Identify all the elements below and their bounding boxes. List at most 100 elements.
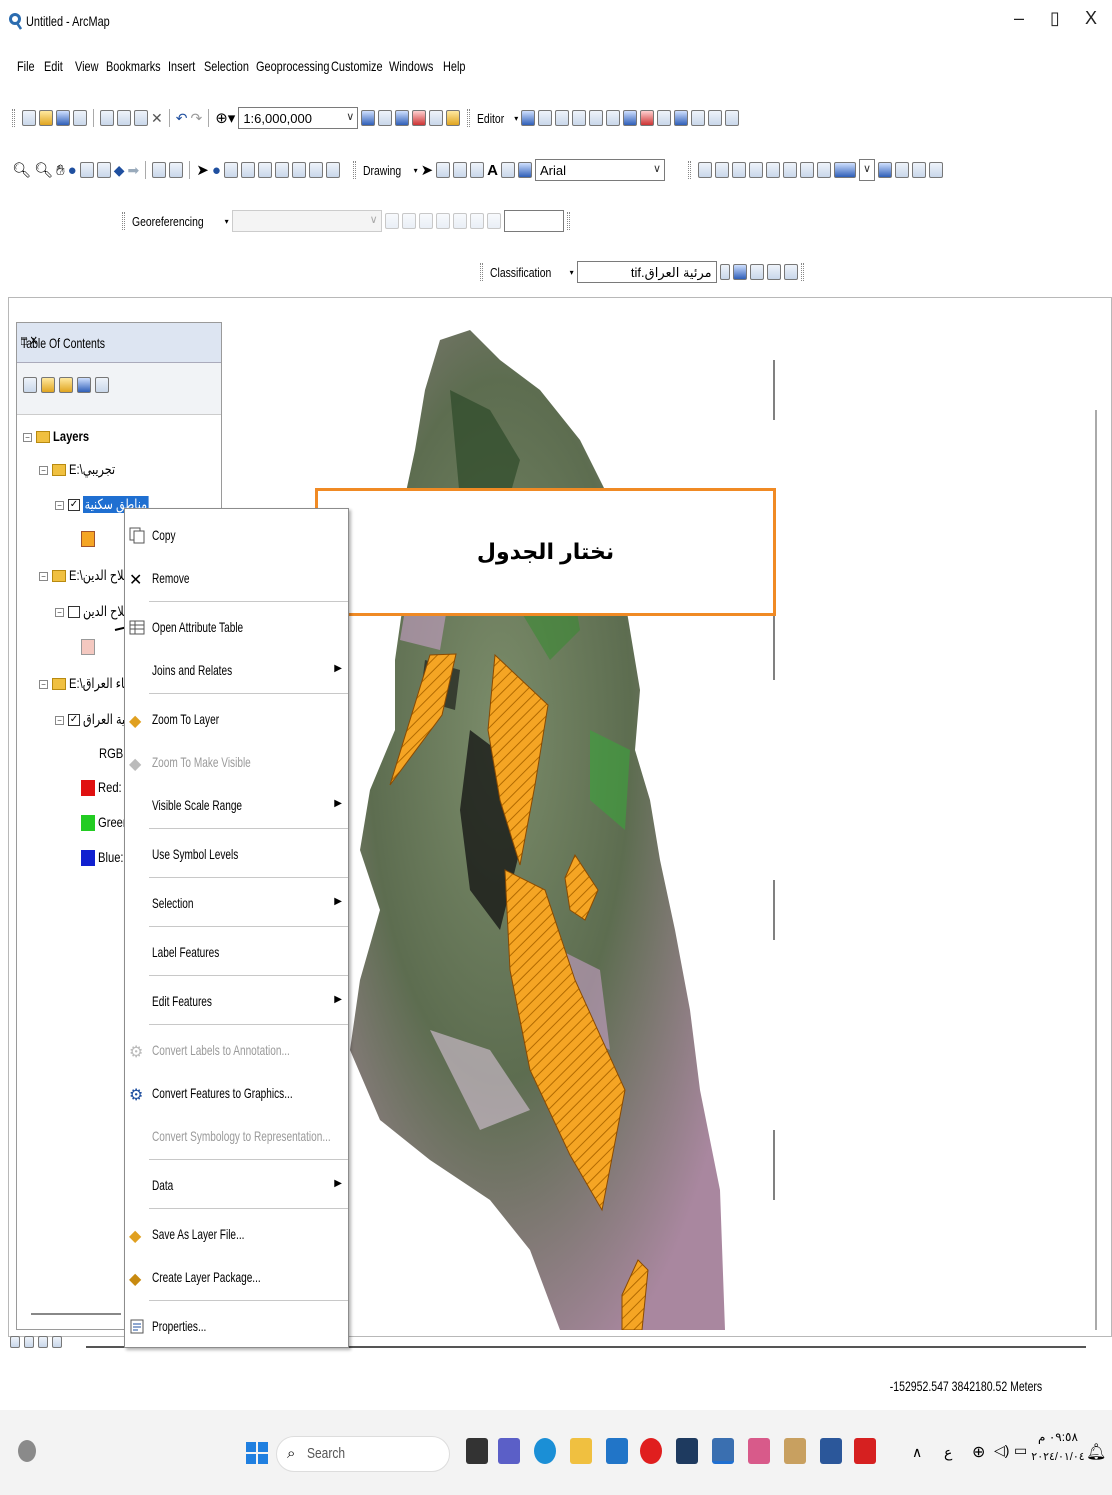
find-route-icon[interactable] — [291, 162, 306, 178]
save-icon[interactable] — [56, 110, 70, 126]
menu-item-visible-scale-range[interactable]: Visible Scale Range ▶ — [125, 787, 348, 823]
editor-toolbar-icon[interactable] — [361, 110, 376, 126]
menu-insert[interactable]: Insert — [168, 58, 195, 74]
identify-icon[interactable]: ● — [212, 162, 221, 179]
collapse-icon[interactable]: − — [39, 679, 48, 689]
layout-view-icon[interactable] — [24, 1336, 34, 1348]
arctoolbox-icon[interactable] — [429, 110, 444, 126]
menu-item-convert-features[interactable]: ⚙ Convert Features to Graphics... — [125, 1075, 348, 1111]
menu-item-create-layer-package[interactable]: ◆ Create Layer Package... — [125, 1259, 348, 1295]
toolbar-grip[interactable] — [800, 263, 804, 281]
topology-icon[interactable] — [623, 110, 638, 126]
georef-tool-icon[interactable] — [452, 213, 467, 229]
collapse-icon[interactable]: − — [39, 571, 48, 581]
list-by-selection-icon[interactable] — [77, 377, 91, 393]
georef-rotation-field[interactable] — [503, 210, 564, 232]
task-view-icon[interactable] — [466, 1438, 488, 1464]
toolbar-grip[interactable] — [480, 263, 483, 281]
menu-geoprocessing[interactable]: Geoprocessing — [256, 58, 329, 74]
polygon-symbol-swatch[interactable] — [81, 639, 95, 655]
taskbar-search[interactable]: ⌕ Search — [276, 1436, 450, 1472]
fixed-zoom-out-icon[interactable] — [96, 162, 111, 178]
classification-menu[interactable]: Classification — [490, 265, 551, 280]
georef-tool-icon[interactable] — [401, 213, 416, 229]
georef-tool-icon[interactable] — [418, 213, 433, 229]
pan-icon[interactable]: ✋︎ — [56, 162, 65, 179]
new-document-icon[interactable] — [22, 110, 36, 126]
menu-item-use-symbol-levels[interactable]: Use Symbol Levels — [125, 836, 348, 872]
layout-tool-icon[interactable] — [817, 162, 831, 178]
layer-visibility-checkbox[interactable]: ✓ — [68, 499, 80, 512]
store-icon[interactable] — [606, 1438, 628, 1464]
data-view-icon[interactable] — [10, 1336, 20, 1348]
group-layer[interactable]: − E:\تجريبي — [39, 461, 127, 478]
georef-tool-icon[interactable] — [486, 213, 501, 229]
cut-polygons-icon[interactable] — [657, 110, 672, 126]
rotate-icon[interactable] — [436, 162, 451, 178]
close-icon[interactable]: □ ✕ — [21, 333, 165, 349]
layout-tool-icon[interactable] — [698, 162, 712, 178]
layout-tool-icon[interactable] — [766, 162, 780, 178]
menu-item-zoom-to-make-visible[interactable]: ◆ Zoom To Make Visible — [125, 744, 348, 780]
band-blue[interactable]: Blue: — [81, 849, 130, 867]
menu-item-edit-features[interactable]: Edit Features ▶ — [125, 983, 348, 1019]
edit-tool-icon[interactable] — [521, 110, 536, 126]
toolbar-grip[interactable] — [352, 161, 356, 179]
search-window-icon[interactable] — [412, 110, 427, 126]
zoom-in-icon[interactable]: 🔍︎ — [12, 161, 31, 179]
opera-icon[interactable] — [640, 1438, 662, 1464]
redo-icon[interactable]: ↷ — [190, 110, 202, 127]
html-popup-icon[interactable] — [240, 162, 255, 178]
menu-item-properties[interactable]: Properties... — [125, 1308, 348, 1344]
list-by-visibility-icon[interactable] — [59, 377, 73, 393]
windows-start-icon[interactable] — [246, 1442, 268, 1464]
weather-icon[interactable] — [18, 1440, 36, 1462]
close-button[interactable]: X — [1076, 8, 1106, 29]
menu-selection[interactable]: Selection — [204, 58, 249, 74]
arcmap-taskbar-icon[interactable] — [712, 1438, 734, 1464]
menu-edit[interactable]: Edit — [44, 58, 63, 74]
fixed-zoom-in-icon[interactable] — [79, 162, 94, 178]
refresh-icon[interactable] — [38, 1336, 48, 1348]
menu-help[interactable]: Help — [443, 58, 465, 74]
layout-tool-icon[interactable] — [912, 162, 926, 178]
tree-root[interactable]: − Layers — [23, 428, 98, 444]
menu-item-copy[interactable]: Copy — [125, 517, 348, 553]
layer-visibility-checkbox[interactable] — [68, 606, 80, 619]
attributes-icon[interactable] — [691, 110, 706, 126]
file-explorer-icon[interactable] — [570, 1438, 592, 1464]
clear-selection-icon[interactable] — [169, 162, 184, 178]
editor-menu[interactable]: Editor — [477, 111, 504, 126]
callout-icon[interactable] — [501, 162, 515, 178]
rectangle-icon[interactable] — [470, 162, 485, 178]
map-display[interactable] — [230, 330, 1100, 1330]
cut-icon[interactable] — [100, 110, 114, 126]
full-extent-icon[interactable]: ● — [68, 162, 77, 179]
menu-file[interactable]: File — [17, 58, 35, 74]
menu-item-save-layer-file[interactable]: ◆ Save As Layer File... — [125, 1216, 348, 1252]
layout-tool-icon[interactable] — [878, 162, 892, 178]
acrobat-icon[interactable] — [854, 1438, 876, 1464]
create-signature-icon[interactable] — [749, 264, 764, 280]
select-training-icon[interactable] — [783, 264, 798, 280]
combo-arrow-icon[interactable] — [719, 264, 730, 280]
zoom-out-icon[interactable]: 🔍︎ — [34, 161, 53, 179]
undo-icon[interactable]: ↶ — [176, 110, 188, 127]
arccatalog-icon[interactable] — [748, 1438, 770, 1464]
polygon-symbol-swatch[interactable] — [81, 531, 95, 547]
word-icon[interactable] — [820, 1438, 842, 1464]
back-icon[interactable]: ◆ — [114, 162, 125, 179]
collapse-icon[interactable]: − — [55, 715, 64, 725]
menu-customize[interactable]: Customize — [331, 58, 383, 74]
band-red[interactable]: Red: — [81, 779, 128, 797]
menu-item-zoom-to-layer[interactable]: ◆ Zoom To Layer — [125, 701, 348, 737]
menu-item-remove[interactable]: ✕ Remove — [125, 560, 348, 596]
toolbar-grip[interactable] — [566, 212, 570, 230]
menu-item-label-features[interactable]: Label Features — [125, 934, 348, 970]
collapse-icon[interactable]: − — [23, 432, 32, 442]
sketch-properties-icon[interactable] — [708, 110, 723, 126]
menu-view[interactable]: View — [75, 58, 98, 74]
pause-icon[interactable] — [52, 1336, 62, 1348]
paste-icon[interactable] — [134, 110, 148, 126]
toolbar-grip[interactable] — [12, 109, 15, 127]
